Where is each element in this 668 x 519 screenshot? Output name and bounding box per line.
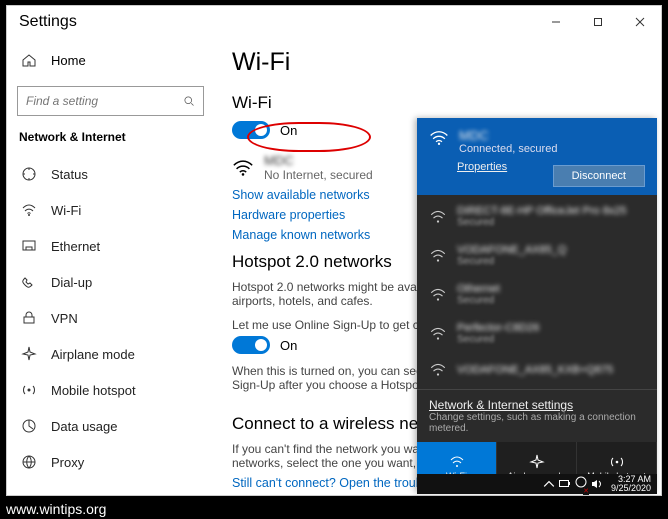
wifi-icon (449, 454, 465, 470)
ethernet-icon (21, 238, 37, 254)
sidebar-item-label: Dial-up (51, 275, 92, 290)
flyout-settings-sub: Change settings, such as making a connec… (429, 412, 645, 434)
window-title: Settings (19, 13, 77, 31)
maximize-button[interactable] (577, 6, 619, 38)
tray-clock[interactable]: 3:27 AM 9/25/2020 (611, 475, 651, 493)
wifi-toggle-state: On (280, 123, 297, 138)
sidebar-item-ethernet[interactable]: Ethernet (17, 228, 204, 264)
battery-icon[interactable] (559, 478, 571, 490)
wifi-lock-icon (429, 247, 447, 265)
flyout-net-status: Connected, secured (459, 143, 557, 155)
disconnect-button[interactable]: Disconnect (553, 165, 645, 187)
wifi-lock-icon (429, 208, 447, 226)
wifi-subheading: Wi-Fi (232, 93, 639, 113)
dialup-icon (21, 274, 37, 290)
flyout-network-item[interactable]: VODAFONE_AX85_KXB+Q875 (417, 353, 657, 387)
sidebar-item-label: Airplane mode (51, 347, 135, 362)
sidebar-item-label: VPN (51, 311, 78, 326)
home-label: Home (51, 53, 86, 68)
flyout-net-name: MDC (459, 128, 557, 143)
flyout-network-item[interactable]: VODAFONE_AX85_QSecured (417, 236, 657, 275)
flyout-network-item[interactable]: DIRECT-8E-HP OfficeJet Pro 8x25Secured (417, 197, 657, 236)
taskbar-tray: 3:27 AM 9/25/2020 (417, 474, 657, 494)
flyout-network-list: DIRECT-8E-HP OfficeJet Pro 8x25SecuredVO… (417, 195, 657, 389)
flyout-network-item[interactable]: OthernetSecured (417, 275, 657, 314)
sidebar-item-label: Proxy (51, 455, 84, 470)
flyout-properties-link[interactable]: Properties (457, 161, 507, 173)
close-button[interactable] (619, 6, 661, 38)
data-icon (21, 418, 37, 434)
network-flyout: MDC Connected, secured Properties Discon… (417, 118, 657, 492)
sidebar-item-label: Wi-Fi (51, 203, 81, 218)
search-icon (183, 94, 195, 108)
chevron-up-icon[interactable] (543, 478, 555, 490)
network-tray-icon[interactable] (575, 475, 587, 493)
hotspot-toggle-state: On (280, 338, 297, 353)
sidebar-item-vpn[interactable]: VPN (17, 300, 204, 336)
airplane-icon (529, 454, 545, 470)
flyout-current-network[interactable]: MDC Connected, secured Properties Discon… (417, 118, 657, 195)
search-input-wrap[interactable] (17, 86, 204, 116)
status-icon (21, 166, 37, 182)
sidebar-item-datausage[interactable]: Data usage (17, 408, 204, 444)
home-icon (21, 52, 37, 68)
wifi-lock-icon (429, 286, 447, 304)
sidebar-item-label: Mobile hotspot (51, 383, 136, 398)
current-network-status: No Internet, secured (264, 168, 373, 182)
sidebar-item-proxy[interactable]: Proxy (17, 444, 204, 480)
proxy-icon (21, 454, 37, 470)
wifi-icon (232, 157, 254, 179)
wifi-icon (21, 202, 37, 218)
home-nav[interactable]: Home (17, 44, 204, 76)
sidebar-item-status[interactable]: Status (17, 156, 204, 192)
minimize-button[interactable] (535, 6, 577, 38)
sidebar-heading: Network & Internet (19, 130, 204, 144)
sidebar-item-dialup[interactable]: Dial-up (17, 264, 204, 300)
page-title: Wi-Fi (232, 48, 639, 77)
sidebar-item-hotspot[interactable]: Mobile hotspot (17, 372, 204, 408)
volume-icon[interactable] (591, 478, 603, 490)
sidebar-item-label: Data usage (51, 419, 118, 434)
vpn-icon (21, 310, 37, 326)
flyout-network-item[interactable]: Perfector-C8D26Secured (417, 314, 657, 353)
wifi-toggle[interactable] (232, 121, 270, 139)
hotspot-icon (609, 454, 625, 470)
sidebar-item-wifi[interactable]: Wi-Fi (17, 192, 204, 228)
wifi-lock-icon (429, 361, 447, 379)
sidebar-item-airplane[interactable]: Airplane mode (17, 336, 204, 372)
hotspot-toggle[interactable] (232, 336, 270, 354)
wifi-icon (429, 128, 449, 148)
flyout-settings-link[interactable]: Network & Internet settings (429, 398, 645, 412)
sidebar-item-label: Ethernet (51, 239, 100, 254)
current-network-name: MDC (264, 153, 373, 168)
airplane-icon (21, 346, 37, 362)
watermark: www.wintips.org (6, 501, 106, 517)
wifi-lock-icon (429, 325, 447, 343)
sidebar-item-label: Status (51, 167, 88, 182)
hotspot-icon (21, 382, 37, 398)
search-input[interactable] (26, 94, 183, 108)
